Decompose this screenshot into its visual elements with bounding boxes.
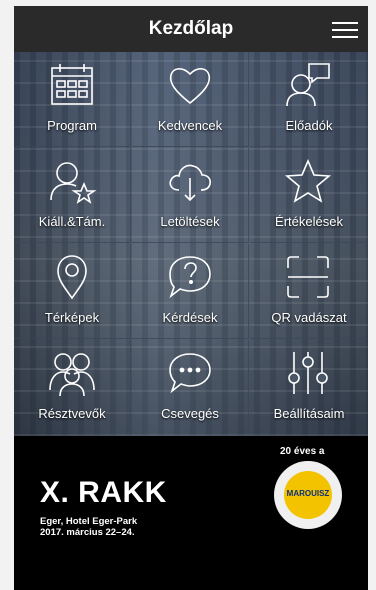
menu-grid: Program Kedvencek Előadók Kiáll.&Tám. Le… [14, 52, 368, 436]
association-logo: MAROUISZ [274, 461, 342, 529]
tile-program[interactable]: Program [14, 52, 131, 147]
hamburger-icon[interactable] [332, 18, 358, 40]
tile-settings[interactable]: Beállításaim [250, 340, 368, 434]
tile-label: Résztvevők [38, 406, 106, 421]
tile-speakers[interactable]: Előadók [250, 52, 368, 147]
event-banner[interactable]: X. RAKK Eger, Hotel Eger-Park 2017. márc… [14, 436, 368, 590]
tile-maps[interactable]: Térképek [14, 244, 131, 339]
tile-label: Értékelések [275, 214, 343, 229]
tile-favorites[interactable]: Kedvencek [132, 52, 249, 147]
calendar-icon [51, 64, 93, 105]
tile-downloads[interactable]: Letöltések [132, 148, 249, 243]
tile-label: Kiáll.&Tám. [38, 214, 106, 229]
logo-text: MAROUISZ [286, 489, 330, 498]
event-title: X. RAKK [40, 476, 167, 509]
tile-label: Előadók [285, 118, 333, 133]
tile-label: QR vadászat [271, 310, 347, 325]
tile-qr-hunt[interactable]: QR vadászat [250, 244, 368, 339]
map-pin-icon [57, 255, 87, 300]
event-location: Eger, Hotel Eger-Park [40, 516, 138, 527]
tile-label: Kedvencek [157, 118, 223, 133]
event-dates: 2017. március 22–24. [40, 527, 135, 538]
people-icon [49, 353, 95, 397]
anniversary-text: 20 éves a [280, 446, 325, 457]
cloud-download-icon [169, 164, 211, 202]
tile-questions[interactable]: Kérdések [132, 244, 249, 339]
tile-label: Beállításaim [273, 406, 345, 421]
person-star-icon [50, 162, 97, 204]
question-bubble-icon [169, 256, 211, 299]
tile-exhibitors[interactable]: Kiáll.&Tám. [14, 148, 131, 243]
tile-label: Letöltések [160, 214, 220, 229]
page-title: Kezdőlap [148, 18, 234, 39]
tile-label: Térképek [44, 310, 100, 325]
star-icon [284, 158, 332, 203]
sliders-icon [288, 352, 328, 394]
app-screen: Kezdőlap Program Kedvencek Előadók Kiáll… [14, 6, 368, 590]
event-details: Eger, Hotel Eger-Park 2017. március 22–2… [40, 516, 137, 538]
heart-icon [169, 68, 211, 105]
tile-label: Kérdések [162, 310, 218, 325]
tile-label: Program [47, 118, 97, 133]
speaker-icon [286, 63, 330, 107]
tile-label: Csevegés [161, 406, 219, 421]
qr-scan-icon [287, 256, 329, 298]
tile-chat[interactable]: Csevegés [132, 340, 249, 434]
top-bar: Kezdőlap [14, 6, 368, 52]
tile-participants[interactable]: Résztvevők [14, 340, 131, 434]
chat-icon [169, 353, 211, 394]
tile-ratings[interactable]: Értékelések [250, 148, 368, 243]
